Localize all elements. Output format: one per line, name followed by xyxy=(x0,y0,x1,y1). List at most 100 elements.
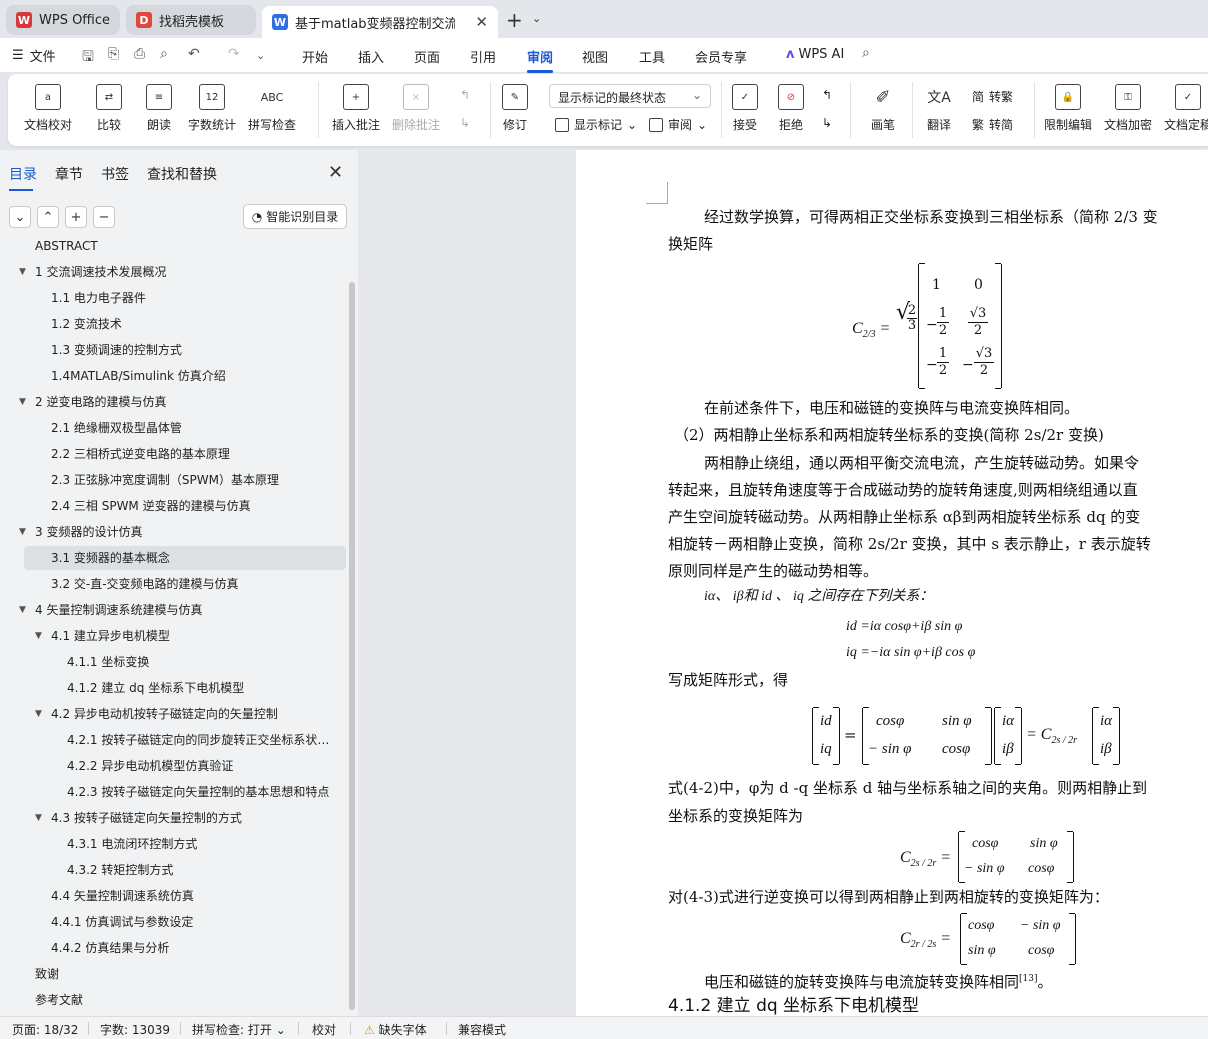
toc-item[interactable]: 4.4.1 仿真调试与参数设定 xyxy=(0,910,346,934)
toc-item[interactable]: 4.4 矢量控制调速系统仿真 xyxy=(0,884,346,908)
toc-item[interactable]: 致谢 xyxy=(0,962,346,986)
page-indicator[interactable]: 页面: 18/32 xyxy=(12,1021,78,1038)
expand-arrow-icon[interactable]: ▼ xyxy=(19,390,26,414)
insert-comment-button[interactable]: + 插入批注 xyxy=(332,84,380,133)
toc-item[interactable]: 4.1 建立异步电机模型 xyxy=(0,624,346,648)
toc-item[interactable]: 1.2 变流技术 xyxy=(0,312,346,336)
close-tab-icon[interactable]: ✕ xyxy=(475,13,488,31)
print-preview-icon[interactable]: ⌕ xyxy=(160,46,168,62)
menu-page[interactable]: 页面 xyxy=(414,47,440,66)
menu-view[interactable]: 视图 xyxy=(582,47,608,66)
tab-document[interactable]: W 基于matlab变频器控制交流电 ✕ xyxy=(262,6,498,38)
toc-item[interactable]: 3.1 变频器的基本概念 xyxy=(24,546,346,570)
delete-comment-button[interactable]: × 删除批注 xyxy=(392,84,440,133)
expand-arrow-icon[interactable]: ▼ xyxy=(35,702,42,726)
undo-icon[interactable]: ↶ xyxy=(188,46,200,62)
read-aloud-button[interactable]: ≡ 朗读 xyxy=(146,84,172,133)
menu-member[interactable]: 会员专享 xyxy=(695,47,747,66)
new-tab-plus-icon[interactable]: + xyxy=(506,8,523,32)
toc-item[interactable]: 1 交流调速技术发展概况 xyxy=(0,260,346,284)
word-count-indicator[interactable]: 字数: 13039 xyxy=(100,1021,170,1038)
file-menu[interactable]: ☰ 文件 xyxy=(12,46,56,65)
encrypt-button[interactable]: ⚿ 文档加密 xyxy=(1104,84,1152,133)
compare-button[interactable]: ⇄ 比较 xyxy=(96,84,122,133)
revise-button[interactable]: ✎ 修订 xyxy=(502,84,528,133)
review-pane-button[interactable]: 审阅 ⌄ xyxy=(649,116,707,133)
export-icon[interactable]: ⎘ xyxy=(108,46,119,62)
prev-change-icon[interactable]: ↰ xyxy=(822,88,832,102)
tab-chapters[interactable]: 章节 xyxy=(55,164,83,191)
pen-button[interactable]: ✐ 画笔 xyxy=(870,84,896,133)
toc-item[interactable]: 1.3 变频调速的控制方式 xyxy=(0,338,346,362)
toc-item[interactable]: 2.2 三相桥式逆变电路的基本原理 xyxy=(0,442,346,466)
toc-item[interactable]: 4.2.2 异步电动机模型仿真验证 xyxy=(0,754,346,778)
restrict-edit-button[interactable]: 🔒 限制编辑 xyxy=(1044,84,1092,133)
menu-reference[interactable]: 引用 xyxy=(470,47,496,66)
prev-comment-icon[interactable]: ↰ xyxy=(460,88,470,102)
toc-scrollbar[interactable] xyxy=(349,282,355,1010)
document-page[interactable]: 经过数学换算，可得两相正交坐标系变换到三相坐标系（简称 2/3 变 换矩阵 C2… xyxy=(576,150,1208,1016)
collapse-all-icon[interactable]: ⌄ xyxy=(9,206,31,228)
to-simplified-button[interactable]: 繁转简 xyxy=(972,116,1013,133)
toc-item[interactable]: 4.2.1 按转子磁链定向的同步旋转正交坐标系状态方程 xyxy=(0,728,346,752)
finalize-button[interactable]: ✓ 文档定稿 xyxy=(1164,84,1208,133)
to-traditional-button[interactable]: 简转繁 xyxy=(972,88,1013,105)
tab-find-replace[interactable]: 查找和替换 xyxy=(147,164,217,191)
reject-button[interactable]: ⊘ 拒绝 xyxy=(778,84,804,133)
chevron-down-icon[interactable]: ⌄ xyxy=(532,12,541,25)
menu-start[interactable]: 开始 xyxy=(302,47,328,66)
quick-access-dropdown-icon[interactable]: ⌄ xyxy=(256,49,265,62)
expand-arrow-icon[interactable]: ▼ xyxy=(19,260,26,284)
menu-insert[interactable]: 插入 xyxy=(358,47,384,66)
toc-item[interactable]: 1.1 电力电子器件 xyxy=(0,286,346,310)
close-icon[interactable]: ✕ xyxy=(328,162,343,183)
expand-arrow-icon[interactable]: ▼ xyxy=(35,806,42,830)
toc-item[interactable]: 4.3 按转子磁链定向矢量控制的方式 xyxy=(0,806,346,830)
tab-bookmarks[interactable]: 书签 xyxy=(101,164,129,191)
toc-item[interactable]: 4.4.2 仿真结果与分析 xyxy=(0,936,346,960)
ai-toc-button[interactable]: ◔ 智能识别目录 xyxy=(243,204,347,229)
add-heading-icon[interactable]: + xyxy=(65,206,87,228)
toc-item[interactable]: 4.3.2 转矩控制方式 xyxy=(0,858,346,882)
toc-item[interactable]: 参考文献 xyxy=(0,988,346,1012)
save-icon[interactable]: 🖫 xyxy=(82,46,94,70)
toc-item[interactable]: 4.2.3 按转子磁链定向矢量控制的基本思想和特点 xyxy=(0,780,346,804)
toc-item[interactable]: ABSTRACT xyxy=(0,240,346,258)
toc-item[interactable]: 3.2 交-直-交变频电路的建模与仿真 xyxy=(0,572,346,596)
expand-arrow-icon[interactable]: ▼ xyxy=(19,598,26,622)
toc-item[interactable]: 4.1.1 坐标变换 xyxy=(0,650,346,674)
show-markup-button[interactable]: 显示标记 ⌄ xyxy=(555,116,637,133)
spell-check-indicator[interactable]: 拼写检查: 打开 ⌄ xyxy=(192,1021,286,1038)
accept-button[interactable]: ✓ 接受 xyxy=(732,84,758,133)
redo-icon[interactable]: ↷ xyxy=(228,46,240,62)
markup-mode-select[interactable]: 显示标记的最终状态 ⌄ xyxy=(549,84,711,108)
toc-item[interactable]: 3 变频器的设计仿真 xyxy=(0,520,346,544)
menu-review[interactable]: 审阅 xyxy=(527,47,554,73)
remove-heading-icon[interactable]: − xyxy=(93,206,115,228)
tab-toc[interactable]: 目录 xyxy=(9,164,37,191)
expand-arrow-icon[interactable]: ▼ xyxy=(19,520,26,544)
expand-up-icon[interactable]: ⌃ xyxy=(37,206,59,228)
search-icon[interactable]: ⌕ xyxy=(862,45,870,61)
tab-wps-office[interactable]: W WPS Office xyxy=(6,5,120,35)
toc-item[interactable]: 2.4 三相 SPWM 逆变器的建模与仿真 xyxy=(0,494,346,518)
spell-check-button[interactable]: ABC 拼写检查 xyxy=(248,84,296,133)
toc-item[interactable]: 4.1.2 建立 dq 坐标系下电机模型 xyxy=(0,676,346,700)
toc-item[interactable]: 4.2 异步电动机按转子磁链定向的矢量控制 xyxy=(0,702,346,726)
toc-item[interactable]: 2 逆变电路的建模与仿真 xyxy=(0,390,346,414)
menu-tools[interactable]: 工具 xyxy=(639,47,665,66)
print-icon[interactable]: ⎙ xyxy=(134,46,145,62)
toc-item[interactable]: 2.3 正弦脉冲宽度调制（SPWM）基本原理 xyxy=(0,468,346,492)
missing-font-indicator[interactable]: ⚠ 缺失字体 xyxy=(364,1021,427,1038)
toc-item[interactable]: 1.4MATLAB/Simulink 仿真介绍 xyxy=(0,364,346,388)
doc-proof-button[interactable]: a 文档校对 xyxy=(24,84,72,133)
toc-item[interactable]: 4.3.1 电流闭环控制方式 xyxy=(0,832,346,856)
tab-docer[interactable]: D 找稻壳模板 xyxy=(126,5,256,35)
next-change-icon[interactable]: ↳ xyxy=(822,116,832,130)
citation[interactable]: [13] xyxy=(1019,974,1037,984)
expand-arrow-icon[interactable]: ▼ xyxy=(35,624,42,648)
wps-ai-button[interactable]: ᴧ WPS AI xyxy=(786,47,844,62)
proof-indicator[interactable]: 校对 xyxy=(312,1021,336,1038)
word-count-button[interactable]: 12 字数统计 xyxy=(188,84,236,133)
toc-item[interactable]: 2.1 绝缘栅双极型晶体管 xyxy=(0,416,346,440)
